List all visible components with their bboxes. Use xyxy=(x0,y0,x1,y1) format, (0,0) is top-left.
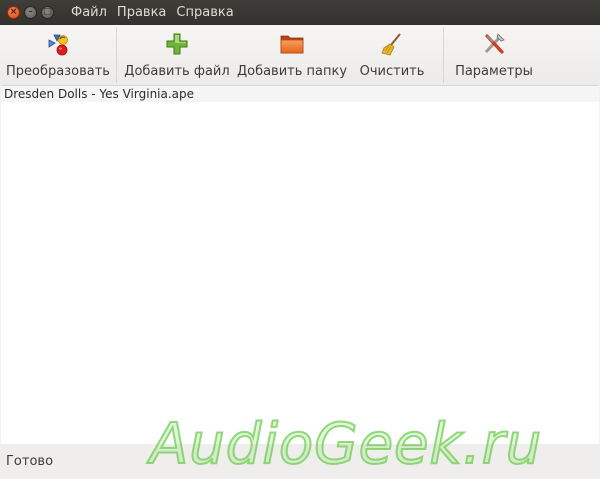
add-file-button[interactable]: Добавить файл xyxy=(117,25,237,85)
list-item[interactable]: Dresden Dolls - Yes Virginia.ape xyxy=(1,86,599,102)
add-folder-button[interactable]: Добавить папку xyxy=(237,25,347,85)
menu-help[interactable]: Справка xyxy=(175,5,234,20)
minimize-window-button[interactable]: – xyxy=(24,6,37,19)
clear-button[interactable]: Очистить xyxy=(347,25,437,85)
toolbar: Преобразовать Добавить файл Добавить пап… xyxy=(0,25,600,85)
file-list[interactable]: Dresden Dolls - Yes Virginia.ape xyxy=(1,85,599,444)
close-window-button[interactable]: × xyxy=(7,6,20,19)
settings-button[interactable]: Параметры xyxy=(444,25,544,85)
clear-label: Очистить xyxy=(359,64,425,79)
convert-button[interactable]: Преобразовать xyxy=(0,25,116,85)
convert-label: Преобразовать xyxy=(6,64,110,79)
main-menu: Файл Правка Справка xyxy=(63,5,235,20)
settings-label: Параметры xyxy=(455,64,533,79)
maximize-window-button[interactable]: □ xyxy=(41,6,54,19)
status-text: Готово xyxy=(6,454,54,469)
folder-icon xyxy=(279,31,305,57)
status-bar: Готово xyxy=(0,444,600,479)
menu-file[interactable]: Файл xyxy=(70,5,108,20)
broom-icon xyxy=(379,31,405,57)
menu-bar: × – □ Файл Правка Справка xyxy=(0,0,600,25)
menu-edit[interactable]: Правка xyxy=(116,5,167,20)
add-folder-label: Добавить папку xyxy=(236,64,348,79)
window-controls: × – □ xyxy=(0,6,63,19)
convert-icon xyxy=(45,31,71,57)
add-icon xyxy=(164,31,190,57)
add-file-label: Добавить файл xyxy=(124,64,230,79)
tools-icon xyxy=(481,31,507,57)
